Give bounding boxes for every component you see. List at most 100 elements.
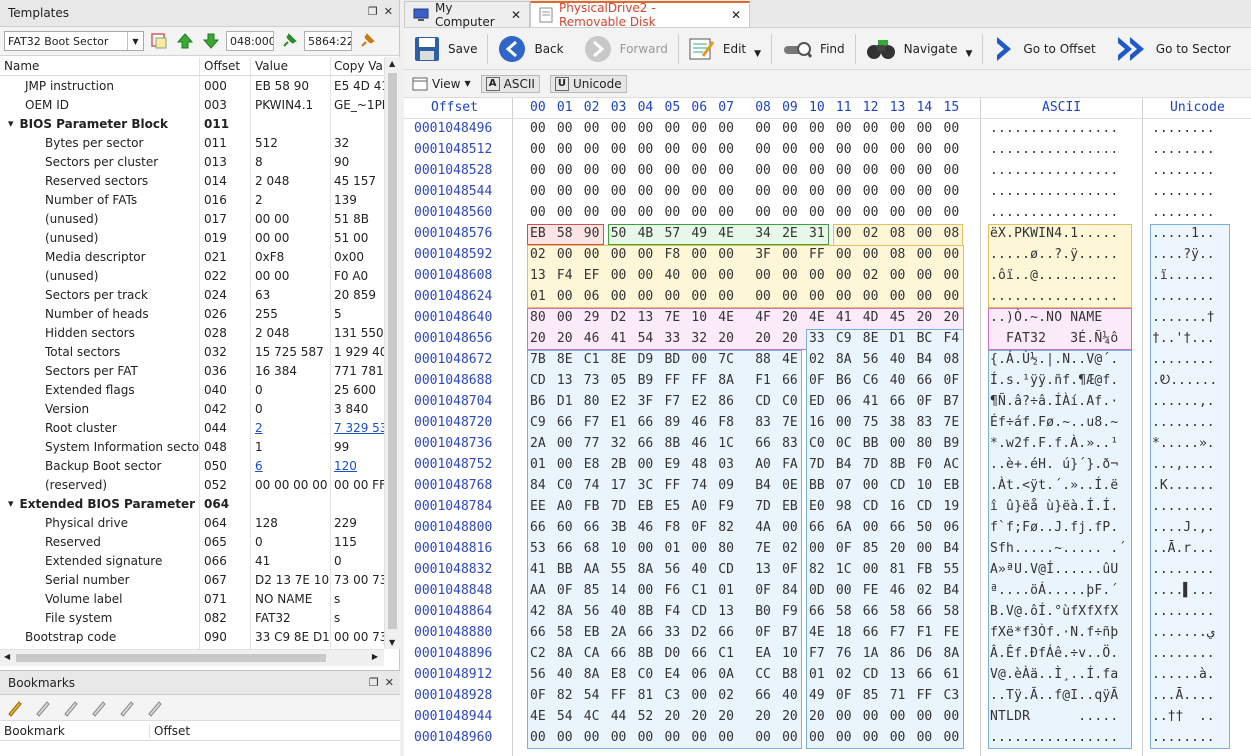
hex-byte[interactable]: 61: [944, 667, 960, 682]
hex-byte[interactable]: 00: [863, 205, 879, 220]
hex-byte[interactable]: CD: [917, 499, 933, 514]
hex-byte[interactable]: 00: [755, 184, 771, 199]
hex-byte[interactable]: A0: [755, 457, 771, 472]
hex-byte[interactable]: 33: [665, 625, 681, 640]
goto-sector-button[interactable]: Go to Sector: [1106, 30, 1241, 68]
hex-byte[interactable]: 0F: [755, 625, 771, 640]
hex-byte[interactable]: 00: [809, 289, 825, 304]
hex-byte[interactable]: 8B: [638, 604, 654, 619]
hex-byte[interactable]: 90: [584, 226, 600, 241]
clear-bookmarks-icon[interactable]: [144, 697, 166, 719]
unicode-text[interactable]: ........: [1152, 730, 1215, 745]
unicode-text[interactable]: ......à.: [1152, 667, 1215, 682]
hex-byte[interactable]: 00: [691, 541, 707, 556]
hex-byte[interactable]: 00: [718, 730, 734, 745]
hex-byte[interactable]: 07: [836, 478, 852, 493]
hex-byte[interactable]: 13: [638, 310, 654, 325]
tab-my-computer[interactable]: My Computer ✕: [404, 1, 530, 29]
ascii-text[interactable]: Í.s.¹ÿÿ.ñf.¶Æ@f.: [990, 373, 1118, 388]
hex-byte[interactable]: 00: [611, 247, 627, 262]
hex-byte[interactable]: E8: [611, 667, 627, 682]
goto-offset-button[interactable]: Go to Offset: [983, 30, 1105, 68]
hex-byte[interactable]: 00: [836, 709, 852, 724]
hex-byte[interactable]: F8: [665, 520, 681, 535]
hex-row[interactable]: 0001048848 AA 0F 85 14 00 F6 C1 01 0F 84 0D 00 FE 46 02…: [404, 581, 1251, 602]
template-row[interactable]: File system 082 FAT32 s: [0, 608, 384, 627]
hex-byte[interactable]: 0F: [836, 688, 852, 703]
hex-byte[interactable]: 00: [584, 121, 600, 136]
hex-byte[interactable]: 66: [755, 436, 771, 451]
hex-row[interactable]: 0001048896 C2 8A CA 66 8B D0 66 C1 EA 10 F7 76 1A 86 D6…: [404, 644, 1251, 665]
hex-byte[interactable]: 57: [665, 226, 681, 241]
hex-byte[interactable]: CD: [863, 499, 879, 514]
hex-byte[interactable]: C1: [718, 646, 734, 661]
template-row[interactable]: (unused) 017 00 00 51 8B: [0, 209, 384, 228]
hex-byte[interactable]: 10: [611, 541, 627, 556]
hex-byte[interactable]: 00: [863, 289, 879, 304]
hex-byte[interactable]: 00: [691, 352, 707, 367]
hex-byte[interactable]: 8E: [557, 352, 573, 367]
hex-byte[interactable]: 09: [718, 478, 734, 493]
ascii-text[interactable]: {.Á.Ù½.|.N..V@´.: [990, 352, 1118, 367]
hex-byte[interactable]: 66: [782, 373, 798, 388]
chevron-down-icon[interactable]: ▼: [754, 49, 761, 59]
hex-byte[interactable]: 0F: [530, 688, 546, 703]
hex-byte[interactable]: 58: [557, 625, 573, 640]
hex-byte[interactable]: 00: [718, 184, 734, 199]
hex-byte[interactable]: 0F: [755, 583, 771, 598]
hex-byte[interactable]: 00: [584, 247, 600, 262]
hex-row[interactable]: 0001048560 00 00 00 00 00 00 00 00 00 00 00 00 00 00 00…: [404, 203, 1251, 224]
hex-byte[interactable]: B7: [944, 394, 960, 409]
hex-byte[interactable]: 00: [836, 121, 852, 136]
pin-orange-icon[interactable]: [356, 30, 378, 52]
hex-byte[interactable]: D9: [638, 352, 654, 367]
hex-row[interactable]: 0001048624 01 00 06 00 00 00 00 00 00 00 00 00 00 00 00…: [404, 287, 1251, 308]
hex-byte[interactable]: 00: [638, 163, 654, 178]
col-value[interactable]: Value: [251, 57, 331, 75]
template-row[interactable]: Number of heads 026 255 5: [0, 304, 384, 323]
hex-byte[interactable]: 00: [782, 289, 798, 304]
hex-byte[interactable]: CD: [755, 394, 771, 409]
hex-byte[interactable]: 00: [890, 163, 906, 178]
hex-byte[interactable]: FE: [944, 625, 960, 640]
hex-byte[interactable]: 00: [782, 247, 798, 262]
template-row[interactable]: Reserved 065 0 115: [0, 532, 384, 551]
hex-row[interactable]: 0001048944 4E 54 4C 44 52 20 20 20 20 20 20 00 00 00 00…: [404, 707, 1251, 728]
hex-byte[interactable]: 00: [863, 184, 879, 199]
hex-byte[interactable]: 53: [530, 541, 546, 556]
hex-byte[interactable]: 00: [691, 289, 707, 304]
hex-byte[interactable]: 0F: [557, 583, 573, 598]
hex-byte[interactable]: 00: [530, 184, 546, 199]
hex-byte[interactable]: 00: [584, 163, 600, 178]
hex-byte[interactable]: 0E: [782, 478, 798, 493]
ascii-text[interactable]: ..è+.éH. ú}´}.ð¬: [990, 457, 1118, 472]
hex-byte[interactable]: 00: [836, 730, 852, 745]
hex-byte[interactable]: 00: [691, 121, 707, 136]
hex-byte[interactable]: 8B: [665, 436, 681, 451]
hex-byte[interactable]: 3F: [638, 394, 654, 409]
ascii-text[interactable]: A»ªU.V@Í......ûU: [990, 562, 1118, 577]
hex-byte[interactable]: E2: [611, 394, 627, 409]
hex-byte[interactable]: 00: [917, 184, 933, 199]
hex-byte[interactable]: 8E: [611, 352, 627, 367]
hex-byte[interactable]: 66: [530, 625, 546, 640]
hex-byte[interactable]: B6: [530, 394, 546, 409]
scroll-right-icon[interactable]: ▶: [372, 652, 378, 661]
hex-byte[interactable]: 00: [611, 205, 627, 220]
hex-byte[interactable]: 80: [530, 310, 546, 325]
hex-byte[interactable]: 0F: [836, 541, 852, 556]
hex-byte[interactable]: 00: [611, 268, 627, 283]
hex-byte[interactable]: 00: [638, 184, 654, 199]
hex-byte[interactable]: 13: [557, 373, 573, 388]
hex-byte[interactable]: B9: [944, 436, 960, 451]
hex-byte[interactable]: 46: [638, 520, 654, 535]
hex-byte[interactable]: 00: [863, 121, 879, 136]
hex-byte[interactable]: 00: [638, 268, 654, 283]
hex-byte[interactable]: B6: [836, 373, 852, 388]
hex-byte[interactable]: C3: [944, 688, 960, 703]
hex-byte[interactable]: 4E: [782, 352, 798, 367]
hex-byte[interactable]: 00: [809, 163, 825, 178]
hex-byte[interactable]: 7C: [718, 352, 734, 367]
hex-byte[interactable]: FF: [611, 688, 627, 703]
hex-byte[interactable]: 00: [691, 247, 707, 262]
